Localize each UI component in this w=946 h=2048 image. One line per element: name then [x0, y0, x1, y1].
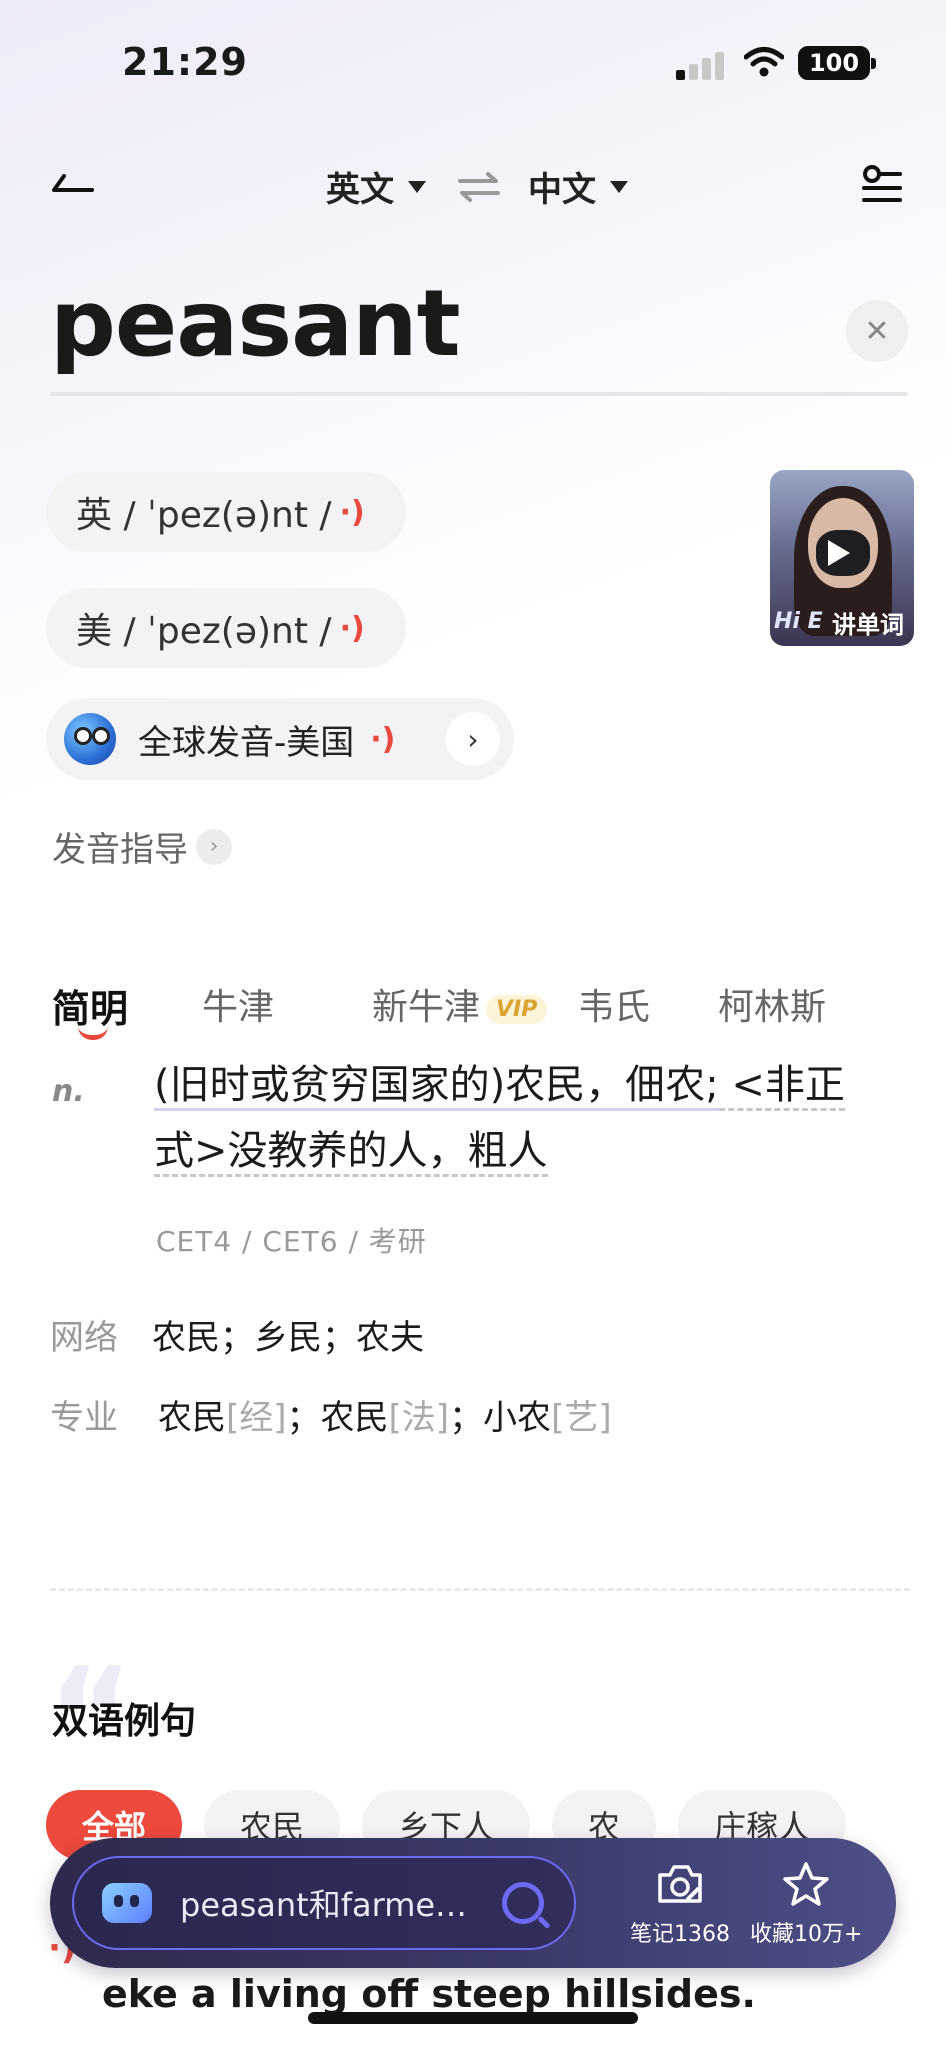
favorites-label: 收藏10万+ — [750, 1922, 863, 1947]
search-icon[interactable] — [502, 1882, 544, 1924]
tab-new-oxford-label: 新牛津 — [372, 987, 481, 1028]
global-pron-label: 全球发音-美国 — [138, 722, 355, 763]
play-icon — [828, 540, 850, 566]
status-time: 21:29 — [122, 40, 248, 84]
signal-icon — [676, 52, 726, 80]
tab-new-oxford[interactable]: 新牛津 VIP — [372, 978, 548, 1030]
target-lang-label: 中文 — [528, 170, 596, 210]
pron-uk-text: 英 / ˈpez(ə)nt / — [76, 495, 332, 536]
back-arrow-icon[interactable] — [48, 168, 96, 196]
chevron-right-icon: › — [196, 828, 232, 865]
home-indicator — [308, 2012, 638, 2024]
ai-search-text: peasant和farme… — [180, 1886, 468, 1924]
guide-label: 发音指导 — [52, 830, 188, 870]
camera-note-icon — [658, 1865, 702, 1903]
section-divider — [50, 1588, 910, 1591]
tab-jianming[interactable]: 简明 — [52, 978, 128, 1033]
exam-tags: CET4 / CET6 / 考研 — [156, 1225, 427, 1258]
swap-lang-icon[interactable] — [456, 170, 502, 204]
examples-title: 双语例句 — [52, 1701, 197, 1742]
tab-oxford[interactable]: 牛津 — [202, 978, 274, 1030]
speaker-icon: ·) — [339, 610, 365, 646]
video-label: 讲单词 — [832, 611, 904, 639]
vip-badge: VIP — [486, 994, 548, 1024]
ai-bot-icon — [102, 1883, 152, 1923]
headword: peasant — [50, 270, 461, 377]
tab-collins[interactable]: 柯林斯 — [718, 978, 826, 1030]
definition-part-1[interactable]: (旧时或贫穷国家的)农民，佃农; — [154, 1062, 719, 1111]
video-badge: Hi E — [774, 609, 823, 634]
settings-slider-icon[interactable] — [860, 162, 904, 208]
favorites-button[interactable]: 收藏10万+ — [750, 1858, 862, 1948]
definition-text: (旧时或贫穷国家的)农民，佃农; <非正 式>没教养的人，粗人 — [154, 1052, 854, 1184]
web-label: 网络 — [50, 1318, 118, 1358]
pro-tag: [艺] — [551, 1398, 612, 1438]
wifi-icon — [744, 47, 784, 77]
bottom-action-bar: peasant和farme… 笔记1368 收藏10万+ — [50, 1838, 896, 1968]
pro-tag: [法] — [388, 1398, 450, 1438]
pro-meanings: 农民[经]；农民[法]；小农[艺] — [158, 1390, 612, 1439]
source-lang-label: 英文 — [326, 170, 394, 210]
pro-label: 专业 — [50, 1398, 118, 1438]
star-icon — [783, 1862, 829, 1906]
pro-word: ；农民 — [286, 1398, 389, 1438]
pro-tag: [经] — [226, 1398, 287, 1438]
pro-word: 农民 — [158, 1398, 226, 1438]
pronunciation-guide-link[interactable]: 发音指导 › — [52, 822, 232, 871]
word-video-thumbnail[interactable]: Hi E 讲单词 — [770, 470, 914, 646]
pro-word: ；小农 — [449, 1398, 552, 1438]
battery-icon: 100 — [798, 46, 876, 80]
battery-level: 100 — [808, 49, 860, 77]
chevron-right-icon[interactable]: › — [446, 712, 500, 766]
active-tab-indicator — [78, 1026, 108, 1040]
part-of-speech: n. — [52, 1074, 85, 1109]
pron-us[interactable]: 美 / ˈpez(ə)nt / ·) — [46, 588, 406, 668]
ai-search-field[interactable]: peasant和farme… — [72, 1856, 576, 1950]
example-sentence: eke a living off steep hillsides. — [102, 1972, 756, 2016]
pron-uk[interactable]: 英 / ˈpez(ə)nt / ·) — [46, 472, 406, 552]
web-meanings: 农民；乡民；农夫 — [152, 1318, 424, 1358]
word-underline — [50, 392, 908, 396]
pron-us-text: 美 / ˈpez(ə)nt / — [76, 611, 332, 652]
speaker-icon: ·) — [370, 721, 396, 757]
dropdown-triangle-icon — [610, 180, 628, 193]
notes-label: 笔记1368 — [630, 1922, 730, 1947]
source-lang-select[interactable]: 英文 — [326, 162, 426, 211]
notes-button[interactable]: 笔记1368 — [630, 1858, 730, 1948]
definition-part-2[interactable]: <非正 — [718, 1062, 845, 1111]
dropdown-triangle-icon — [408, 180, 426, 193]
target-lang-select[interactable]: 中文 — [528, 162, 628, 211]
clear-icon[interactable]: ✕ — [846, 300, 908, 362]
tab-webster[interactable]: 韦氏 — [578, 978, 650, 1030]
global-pron-button[interactable]: 全球发音-美国 ·) › — [46, 698, 514, 780]
globe-mascot-icon — [64, 713, 116, 765]
speaker-icon: ·) — [339, 494, 365, 530]
definition-part-3[interactable]: 式>没教养的人，粗人 — [154, 1128, 548, 1177]
